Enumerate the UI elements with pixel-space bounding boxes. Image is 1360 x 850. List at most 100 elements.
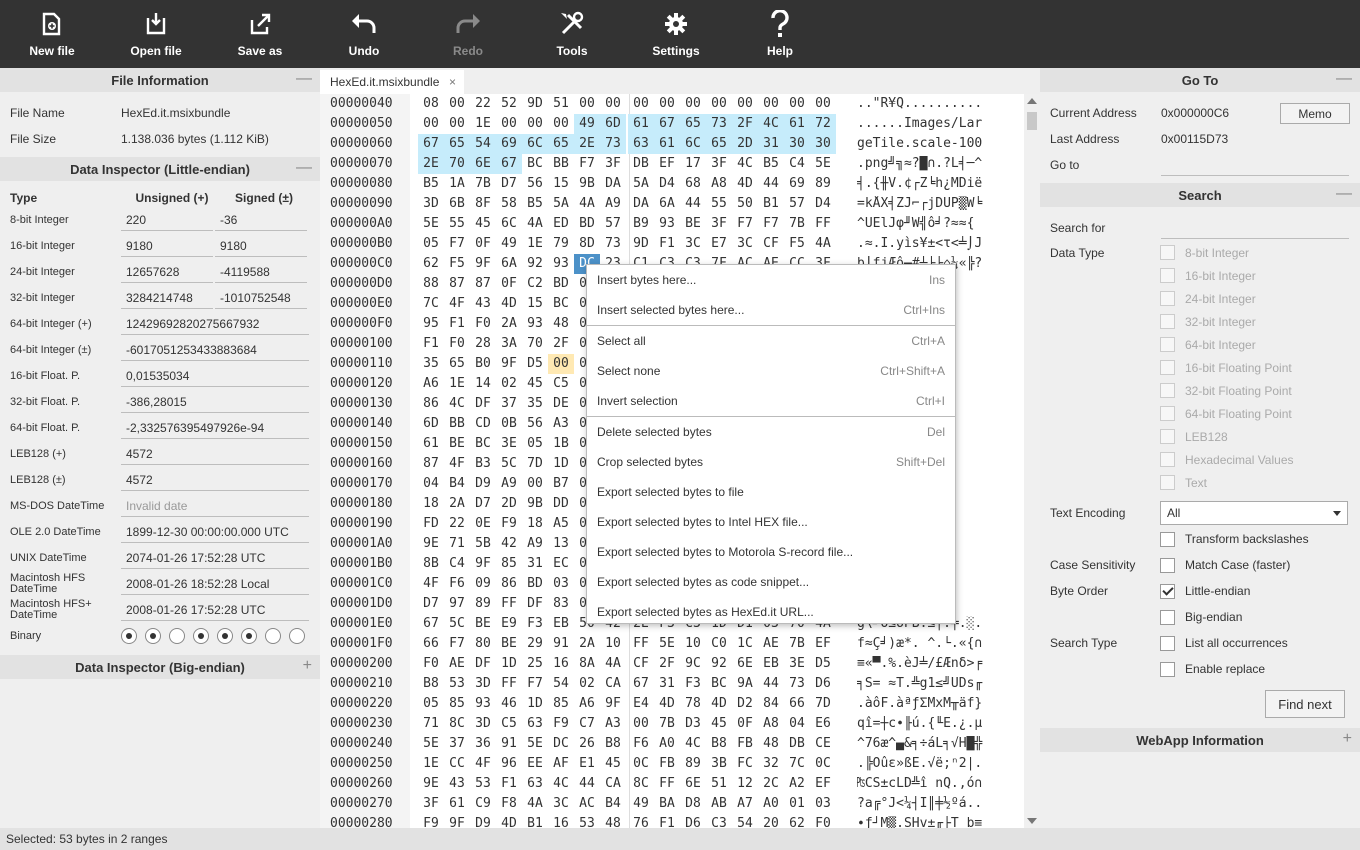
hex-byte[interactable]: 8C xyxy=(444,714,470,734)
search-header[interactable]: Search — xyxy=(1040,183,1360,207)
context-menu-item[interactable]: Insert selected bytes here... Ctrl+Ins xyxy=(587,295,955,325)
ascii-text[interactable]: ?a╔°J<¼┤I║╪½ºá.. xyxy=(857,796,997,811)
hex-byte[interactable]: 65 xyxy=(706,134,732,154)
hex-byte[interactable]: 61 xyxy=(654,134,680,154)
hex-byte[interactable]: 97 xyxy=(444,594,470,614)
hex-byte[interactable]: 3C xyxy=(548,794,574,814)
hex-byte[interactable]: 00 xyxy=(784,94,810,114)
hex-byte[interactable]: 49 xyxy=(496,234,522,254)
hex-byte[interactable]: A3 xyxy=(548,414,574,434)
hex-byte[interactable]: 4A xyxy=(600,654,626,674)
hex-byte[interactable]: 17 xyxy=(680,154,706,174)
hex-byte[interactable]: 65 xyxy=(680,114,706,134)
hex-byte[interactable]: D6 xyxy=(810,674,836,694)
hex-byte[interactable]: F7 xyxy=(444,634,470,654)
hex-byte[interactable]: CF xyxy=(758,234,784,254)
hex-byte[interactable]: 53 xyxy=(444,674,470,694)
hex-byte[interactable]: E4 xyxy=(628,694,654,714)
hex-byte[interactable]: FB xyxy=(732,734,758,754)
hex-byte[interactable]: F7 xyxy=(522,674,548,694)
hex-byte[interactable]: 15 xyxy=(522,294,548,314)
hex-byte[interactable]: 9B xyxy=(574,174,600,194)
hex-byte[interactable]: 5E xyxy=(522,734,548,754)
hex-byte[interactable]: DA xyxy=(628,194,654,214)
signed-value[interactable]: -36 xyxy=(215,209,307,231)
hex-byte[interactable]: CC xyxy=(444,754,470,774)
hex-byte[interactable]: B8 xyxy=(706,734,732,754)
hex-byte[interactable]: 0F xyxy=(470,234,496,254)
hex-byte[interactable]: B3 xyxy=(470,454,496,474)
hex-byte[interactable]: 1D xyxy=(496,654,522,674)
hex-byte[interactable]: 84 xyxy=(758,694,784,714)
hex-byte[interactable]: 3F xyxy=(706,154,732,174)
hex-byte[interactable]: 6A xyxy=(654,194,680,214)
hex-byte[interactable]: 5A xyxy=(548,194,574,214)
hex-byte[interactable]: B5 xyxy=(758,154,784,174)
hex-byte[interactable]: 45 xyxy=(706,714,732,734)
help-button[interactable]: Help xyxy=(728,0,832,68)
hex-row[interactable]: 00000050 00 00 1E 00 00 00 49 6D 61 67 65 73 2F 4C 61 72… xyxy=(320,114,1040,134)
search-input[interactable] xyxy=(1161,217,1349,239)
hex-byte[interactable]: FD xyxy=(418,514,444,534)
hex-row[interactable]: 000000B0 05 F7 0F 49 1E 79 8D 73 9D F1 3C E7 3C CF F5 4A… xyxy=(320,234,1040,254)
enable-replace-checkbox[interactable] xyxy=(1160,661,1175,677)
hex-byte[interactable]: 65 xyxy=(444,354,470,374)
hex-byte[interactable]: 48 xyxy=(600,814,626,828)
hex-byte[interactable]: C5 xyxy=(548,374,574,394)
hex-byte[interactable]: F1 xyxy=(654,814,680,828)
hex-byte[interactable]: 08 xyxy=(418,94,444,114)
hex-byte[interactable]: 66 xyxy=(784,694,810,714)
hex-byte[interactable]: C4 xyxy=(444,554,470,574)
hex-byte[interactable]: 3D xyxy=(470,674,496,694)
hex-byte[interactable]: 67 xyxy=(418,134,444,154)
hex-byte[interactable]: A3 xyxy=(600,714,626,734)
hex-byte[interactable]: F6 xyxy=(628,734,654,754)
hex-byte[interactable]: 6C xyxy=(680,134,706,154)
hex-byte[interactable]: 5A xyxy=(628,174,654,194)
hex-byte[interactable]: 22 xyxy=(470,94,496,114)
data-type-checkbox[interactable] xyxy=(1160,452,1175,467)
hex-byte[interactable]: 3E xyxy=(496,434,522,454)
hex-byte[interactable]: D3 xyxy=(680,714,706,734)
hex-byte[interactable]: F0 xyxy=(418,654,444,674)
hex-byte[interactable]: 00 xyxy=(732,94,758,114)
hex-byte[interactable]: B5 xyxy=(418,174,444,194)
inspector-value[interactable]: -386,28015 xyxy=(121,391,309,413)
hex-byte[interactable]: 6C xyxy=(496,214,522,234)
hex-byte[interactable]: EC xyxy=(548,554,574,574)
hex-byte[interactable]: 6A xyxy=(496,254,522,274)
hex-byte[interactable]: 0F xyxy=(732,714,758,734)
hex-byte[interactable]: 51 xyxy=(548,94,574,114)
hex-byte[interactable]: 55 xyxy=(706,194,732,214)
hex-byte[interactable]: CF xyxy=(628,654,654,674)
hex-byte[interactable]: 73 xyxy=(706,114,732,134)
hex-byte[interactable]: 3D xyxy=(470,714,496,734)
hex-byte[interactable]: 26 xyxy=(574,734,600,754)
hex-byte[interactable]: 54 xyxy=(470,134,496,154)
hex-byte[interactable]: BB xyxy=(444,414,470,434)
hex-byte[interactable]: F7 xyxy=(444,234,470,254)
hex-byte[interactable]: BC xyxy=(548,294,574,314)
hex-byte[interactable]: F9 xyxy=(418,814,444,828)
hex-byte[interactable]: 73 xyxy=(600,134,626,154)
hex-byte[interactable]: B1 xyxy=(758,194,784,214)
hex-byte[interactable]: 02 xyxy=(496,374,522,394)
hex-byte[interactable]: 8C xyxy=(628,774,654,794)
ascii-text[interactable]: f≈Ç╛)æ*. ^.└.«{∩ xyxy=(857,636,997,651)
collapse-icon[interactable]: — xyxy=(296,160,312,176)
hex-byte[interactable]: 96 xyxy=(496,754,522,774)
hex-byte[interactable]: 57 xyxy=(600,214,626,234)
hex-byte[interactable]: DB xyxy=(628,154,654,174)
hex-byte[interactable]: 00 xyxy=(418,114,444,134)
hex-byte[interactable]: F1 xyxy=(654,234,680,254)
hex-byte[interactable]: 13 xyxy=(548,534,574,554)
hex-byte[interactable]: 4D xyxy=(496,814,522,828)
hex-byte[interactable]: F6 xyxy=(444,574,470,594)
context-menu-item[interactable]: Export selected bytes to Intel HEX file.… xyxy=(587,507,955,537)
ascii-text[interactable]: ╡.{╫V.¢┌Z╘h¿MDië xyxy=(857,176,997,191)
hex-byte[interactable]: 2C xyxy=(758,774,784,794)
hex-byte[interactable]: F3 xyxy=(522,614,548,634)
hex-byte[interactable]: 65 xyxy=(444,134,470,154)
inspector-value[interactable]: 12429692820275667932 xyxy=(121,313,309,335)
hex-row[interactable]: 00000200 F0 AE DF 1D 25 16 8A 4A CF 2F 9C 92 6E EB 3E D5… xyxy=(320,654,1040,674)
